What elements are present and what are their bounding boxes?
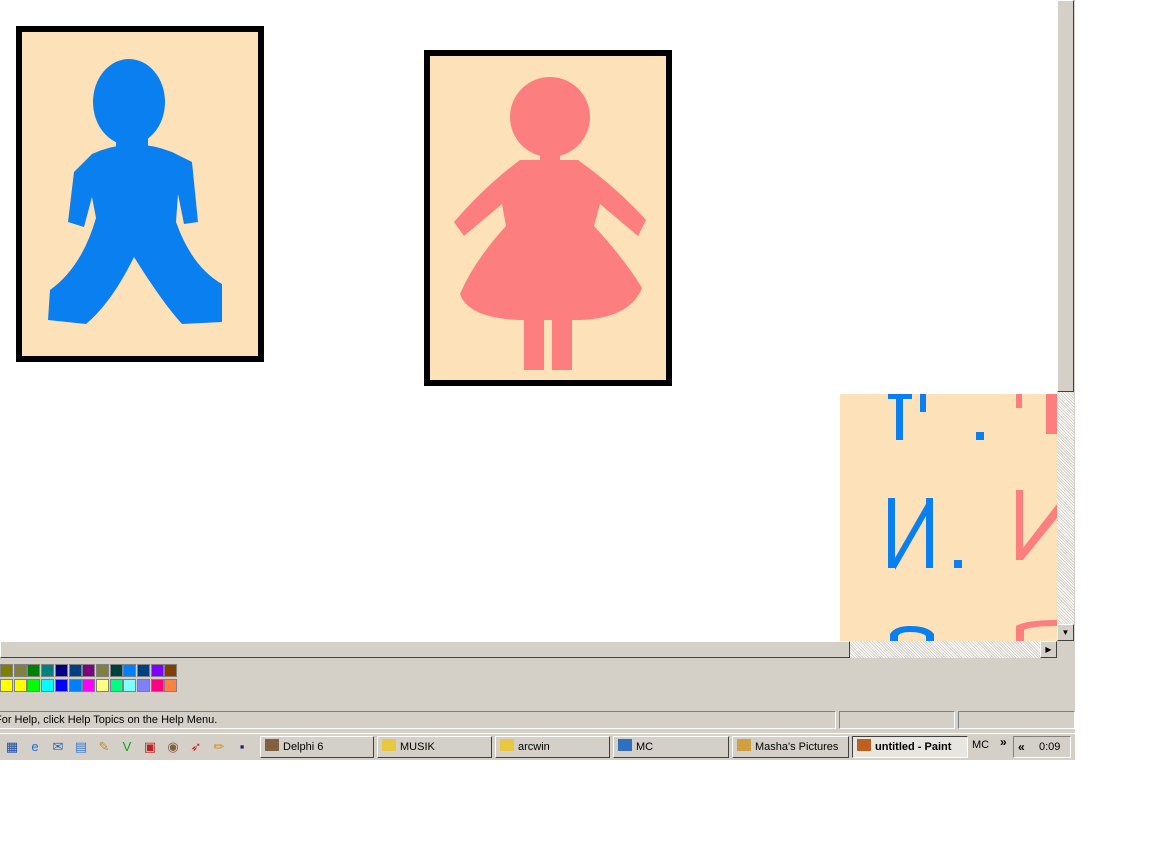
- color-palette: [0, 664, 180, 698]
- paint-canvas[interactable]: [0, 0, 1057, 641]
- scrollbar-corner: [1057, 641, 1074, 658]
- taskbar-button[interactable]: Masha's Pictures: [732, 736, 849, 758]
- palette-color-swatch[interactable]: [68, 679, 82, 692]
- paint-icon: [857, 739, 871, 751]
- vertical-scrollbar[interactable]: ▼: [1057, 0, 1074, 641]
- palette-color-swatch[interactable]: [137, 679, 150, 692]
- mc-icon: [618, 739, 632, 751]
- scroll-right-button[interactable]: ▶: [1040, 641, 1057, 658]
- palette-color-swatch[interactable]: [164, 664, 178, 677]
- status-selection-size: [958, 711, 1075, 729]
- palette-color-swatch[interactable]: [82, 664, 96, 677]
- palette-color-swatch[interactable]: [41, 679, 55, 692]
- palette-color-swatch[interactable]: [68, 664, 82, 677]
- status-help-text: For Help, click Help Topics on the Help …: [0, 711, 836, 729]
- taskbar-button[interactable]: Delphi 6: [260, 736, 374, 758]
- clock[interactable]: 0:09: [1039, 741, 1060, 753]
- palette-color-swatch[interactable]: [0, 664, 13, 677]
- language-indicator[interactable]: MC: [972, 739, 989, 751]
- arrow-down-icon: ▼: [1061, 628, 1070, 637]
- taskbar-button[interactable]: arcwin: [495, 736, 610, 758]
- palette-color-swatch[interactable]: [13, 679, 27, 692]
- palette-color-swatch[interactable]: [54, 664, 68, 677]
- bird-icon[interactable]: ➶: [188, 739, 204, 755]
- delphi-icon[interactable]: ◉: [165, 739, 181, 755]
- save-icon[interactable]: ▪: [234, 739, 250, 755]
- vertical-scroll-thumb[interactable]: [1057, 0, 1074, 392]
- girl-figure: [454, 77, 646, 370]
- tools-icon[interactable]: ✎: [96, 739, 112, 755]
- toolbar-more-chevron[interactable]: »: [1000, 735, 1007, 749]
- palette-color-swatch[interactable]: [41, 664, 55, 677]
- taskbar-button-label: MUSIK: [400, 741, 435, 753]
- palette-color-swatch[interactable]: [137, 664, 150, 677]
- v-icon[interactable]: V: [119, 739, 135, 755]
- paint-window: ▼ ▶ For Help, click Help Topics on the H…: [0, 0, 1075, 760]
- taskbar-button[interactable]: untitled - Paint: [852, 736, 968, 758]
- ie-icon[interactable]: e: [27, 739, 43, 755]
- taskbar-button[interactable]: MC: [613, 736, 729, 758]
- vertical-scroll-track[interactable]: [1057, 392, 1074, 624]
- initials-letters: [888, 394, 1057, 641]
- taskbar-button[interactable]: MUSIK: [377, 736, 492, 758]
- palette-color-swatch[interactable]: [27, 679, 41, 692]
- palette-color-swatch[interactable]: [150, 679, 164, 692]
- notepad-icon[interactable]: ▤: [73, 739, 89, 755]
- palette-color-swatch[interactable]: [123, 679, 137, 692]
- palette-color-swatch[interactable]: [95, 679, 109, 692]
- boy-figure: [48, 59, 222, 324]
- palette-color-swatch[interactable]: [13, 664, 27, 677]
- palette-color-swatch[interactable]: [54, 679, 68, 692]
- palette-color-swatch[interactable]: [123, 664, 137, 677]
- taskbar-button-label: Masha's Pictures: [755, 741, 839, 753]
- pencil-icon[interactable]: ✏: [211, 739, 227, 755]
- app-icon[interactable]: ▣: [142, 739, 158, 755]
- arrow-right-icon: ▶: [1045, 645, 1052, 654]
- outlook-icon[interactable]: ✉: [50, 739, 66, 755]
- palette-color-swatch[interactable]: [95, 664, 109, 677]
- taskbar-button-label: arcwin: [518, 741, 550, 753]
- taskbar-button-label: Delphi 6: [283, 741, 324, 753]
- palette-color-swatch[interactable]: [109, 664, 123, 677]
- folder-icon: [500, 739, 514, 751]
- boy-picture: [16, 26, 264, 362]
- folder-icon: [382, 739, 396, 751]
- taskbar-button-label: untitled - Paint: [875, 741, 952, 753]
- system-tray: « 0:09: [1013, 736, 1071, 758]
- palette-color-swatch[interactable]: [109, 679, 123, 692]
- palette-color-swatch[interactable]: [27, 664, 41, 677]
- delphi-icon: [265, 739, 279, 751]
- desktop-icon[interactable]: ▦: [4, 739, 20, 755]
- tray-expand-icon[interactable]: «: [1018, 740, 1025, 754]
- pictures-icon: [737, 739, 751, 751]
- horizontal-scroll-track[interactable]: [850, 641, 1040, 658]
- horizontal-scrollbar[interactable]: ▶: [0, 641, 1057, 658]
- girl-picture: [424, 50, 672, 386]
- palette-color-swatch[interactable]: [164, 679, 178, 692]
- status-bar: For Help, click Help Topics on the Help …: [0, 710, 1075, 730]
- taskbar-button-label: MC: [636, 741, 654, 753]
- palette-color-swatch[interactable]: [0, 679, 13, 692]
- horizontal-scroll-thumb[interactable]: [0, 641, 850, 658]
- palette-color-swatch[interactable]: [150, 664, 164, 677]
- taskbar: ▦ e ✉ ▤ ✎ V ▣ ◉ ➶ ✏ ▪ Delphi 6 MUSIK arcwin MC Masha's…: [0, 733, 1075, 760]
- palette-color-swatch[interactable]: [82, 679, 96, 692]
- status-coordinates: [839, 711, 955, 729]
- scroll-down-button[interactable]: ▼: [1057, 624, 1074, 641]
- initials-picture-fragment: [840, 394, 1057, 641]
